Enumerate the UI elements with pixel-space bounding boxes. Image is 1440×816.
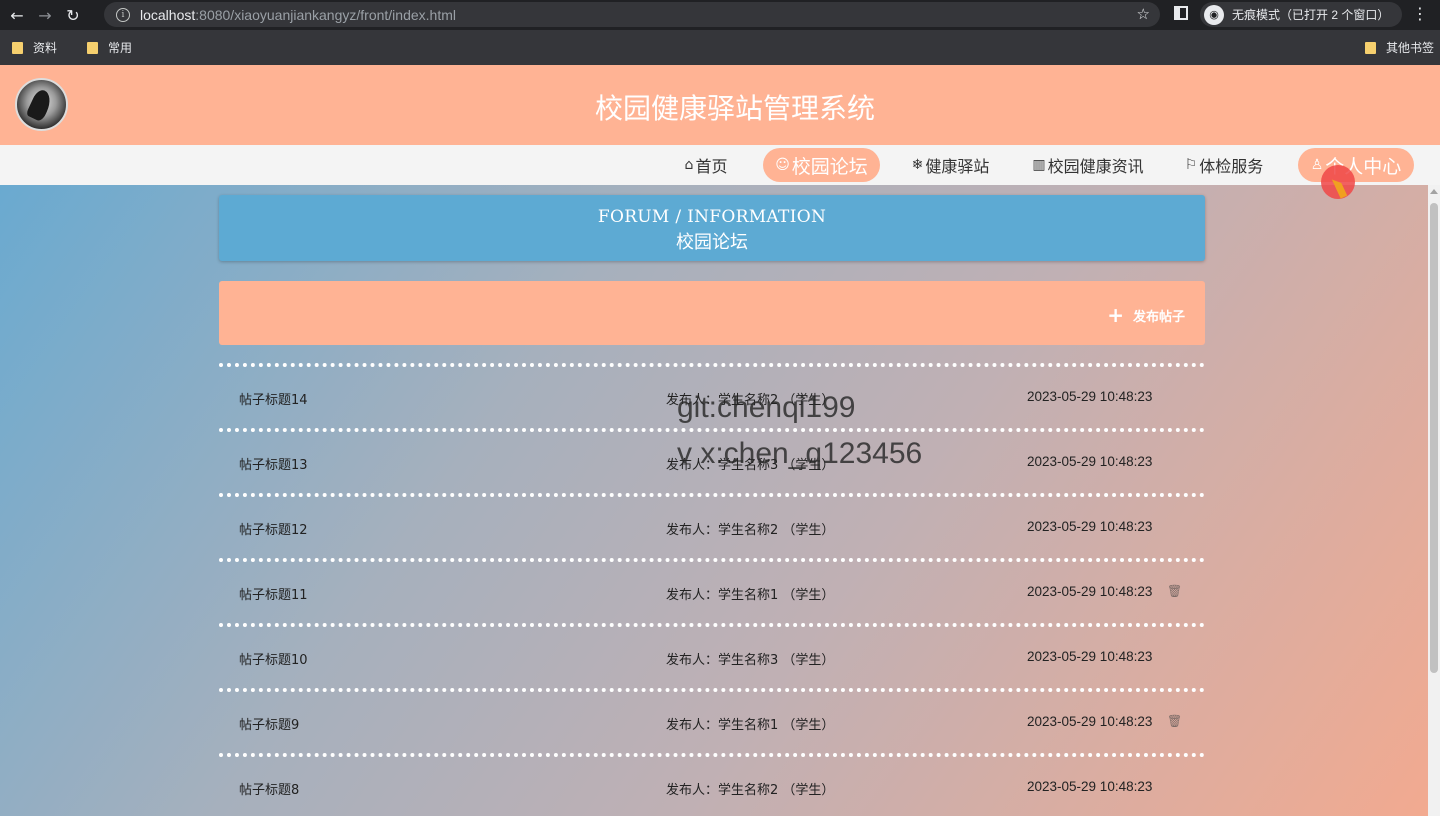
post-time: 2023-05-29 10:48:23 — [1027, 584, 1153, 599]
forum-icon: ☺ — [775, 157, 790, 173]
post-title[interactable]: 帖子标题8 — [239, 779, 299, 798]
nav-label: 体检服务 — [1199, 157, 1264, 176]
site-title: 校园健康驿站管理系统 — [594, 92, 875, 125]
reload-icon[interactable]: ↻ — [62, 4, 84, 26]
news-icon: ▥ — [1032, 157, 1046, 173]
post-row[interactable]: 帖子标题8 发布人：学生名称2 （学生） 2023-05-29 10:48:23 — [219, 753, 1205, 816]
bookmark-label: 资料 — [33, 41, 58, 55]
post-title[interactable]: 帖子标题10 — [239, 649, 308, 668]
nav-label: 校园论坛 — [791, 155, 868, 178]
url-path: :8080/xiaoyuanjiankangyz/front/index.htm… — [195, 6, 456, 23]
incognito-label: 无痕模式（已打开 2 个窗口） — [1232, 8, 1390, 22]
user-icon: ♙ — [1310, 157, 1324, 173]
bookmark-label: 其他书签 — [1385, 41, 1434, 55]
nav-label: 校园健康资讯 — [1047, 157, 1144, 176]
scroll-up-icon[interactable] — [1430, 189, 1438, 194]
bookmark-star-icon[interactable]: ☆ — [1137, 5, 1150, 23]
home-icon: ⌂ — [684, 157, 694, 173]
incognito-icon: ◉ — [1204, 4, 1224, 25]
post-row[interactable]: 帖子标题9 发布人：学生名称1 （学生） 2023-05-29 10:48:23… — [219, 688, 1205, 753]
nav-item-health-news[interactable]: ▥ 校园健康资讯 — [1030, 148, 1146, 182]
side-panel-icon[interactable] — [1174, 6, 1188, 20]
plus-icon: + — [1107, 303, 1124, 327]
folder-icon — [87, 41, 99, 54]
menu-kebab-icon[interactable]: ⋮ — [1412, 4, 1428, 23]
bookmark-folder-ziliao[interactable]: 资料 — [12, 39, 57, 56]
nav-item-health-station[interactable]: ❄ 健康驿站 — [908, 148, 993, 182]
main-nav: ⌂ 首页 ☺ 校园论坛 ❄ 健康驿站 ▥ 校园健康资讯 ⚐ 体检服务 ♙ 个人中心 — [0, 145, 1440, 185]
post-author: 发布人：学生名称2 （学生） — [666, 783, 835, 798]
flag-icon: ⚐ — [1184, 157, 1198, 173]
post-author: 发布人：学生名称2 （学生） — [666, 523, 835, 538]
browser-toolbar: ← → ↻ i localhost:8080/xiaoyuanjiankangy… — [0, 0, 1440, 30]
trash-icon[interactable]: 🗑 — [1167, 584, 1182, 598]
folder-icon — [12, 41, 23, 54]
url-text[interactable]: localhost:8080/xiaoyuanjiankangyz/front/… — [140, 7, 456, 23]
post-author: 发布人：学生名称1 （学生） — [666, 718, 835, 733]
bookmark-label: 常用 — [108, 41, 133, 55]
post-time: 2023-05-29 10:48:23 — [1027, 649, 1153, 664]
watermark-line2: v x:chen_q123456 — [677, 437, 923, 470]
back-icon[interactable]: ← — [6, 4, 28, 26]
scrollbar-thumb[interactable] — [1430, 203, 1438, 673]
nav-item-checkup[interactable]: ⚐ 体检服务 — [1182, 148, 1266, 182]
nav-item-forum[interactable]: ☺ 校园论坛 — [763, 148, 880, 182]
info-icon[interactable]: i — [116, 7, 130, 22]
nav-item-profile[interactable]: ♙ 个人中心 — [1298, 148, 1414, 182]
forum-action-bar: + 发布帖子 — [219, 281, 1205, 345]
post-title[interactable]: 帖子标题9 — [239, 714, 299, 733]
post-time: 2023-05-29 10:48:23 — [1027, 389, 1153, 404]
site-header: 校园健康驿站管理系统 — [0, 65, 1440, 145]
trash-icon[interactable]: 🗑 — [1167, 714, 1182, 728]
post-time: 2023-05-29 10:48:23 — [1027, 779, 1153, 794]
watermark-line1: git:chenqi199 — [677, 391, 856, 424]
post-row[interactable]: 帖子标题10 发布人：学生名称3 （学生） 2023-05-29 10:48:2… — [219, 623, 1205, 688]
post-row[interactable]: 帖子标题11 发布人：学生名称1 （学生） 2023-05-29 10:48:2… — [219, 558, 1205, 623]
post-time: 2023-05-29 10:48:23 — [1027, 519, 1153, 534]
incognito-indicator[interactable]: ◉ 无痕模式（已打开 2 个窗口） — [1200, 2, 1402, 27]
watermark: git:chenqi199 v x:chen_q123456 — [677, 385, 922, 477]
folder-icon — [1364, 41, 1376, 54]
banner-title-cn: 校园论坛 — [676, 232, 748, 253]
bookmarks-bar: 资料 常用 其他书签 — [0, 30, 1440, 65]
post-author: 发布人：学生名称3 （学生） — [666, 653, 835, 668]
nav-item-home[interactable]: ⌂ 首页 — [680, 148, 732, 182]
bookmark-folder-changyong[interactable]: 常用 — [87, 39, 132, 56]
forum-content: FORUM / INFORMATION 校园论坛 + 发布帖子 帖子标题14 发… — [0, 185, 1428, 816]
bookmark-folder-other[interactable]: 其他书签 — [1364, 39, 1434, 56]
post-title[interactable]: 帖子标题14 — [239, 389, 308, 408]
post-title[interactable]: 帖子标题12 — [239, 519, 308, 538]
nav-label: 健康驿站 — [925, 157, 990, 176]
post-title[interactable]: 帖子标题11 — [239, 584, 308, 603]
new-post-label: 发布帖子 — [1132, 309, 1185, 325]
post-time: 2023-05-29 10:48:23 — [1027, 714, 1153, 729]
forum-banner: FORUM / INFORMATION 校园论坛 — [219, 195, 1205, 261]
post-author: 发布人：学生名称1 （学生） — [666, 588, 835, 603]
banner-title-en: FORUM / INFORMATION — [597, 207, 827, 227]
new-post-button[interactable]: + 发布帖子 — [1107, 303, 1185, 327]
forward-icon[interactable]: → — [34, 4, 56, 26]
page-scrollbar[interactable] — [1428, 185, 1440, 816]
post-row[interactable]: 帖子标题12 发布人：学生名称2 （学生） 2023-05-29 10:48:2… — [219, 493, 1205, 558]
snowflake-icon: ❄ — [911, 157, 924, 173]
post-time: 2023-05-29 10:48:23 — [1027, 454, 1153, 469]
address-bar[interactable]: i localhost:8080/xiaoyuanjiankangyz/fron… — [104, 2, 1160, 27]
post-title[interactable]: 帖子标题13 — [239, 454, 308, 473]
nav-label: 首页 — [695, 157, 728, 176]
url-host: localhost — [140, 6, 196, 23]
